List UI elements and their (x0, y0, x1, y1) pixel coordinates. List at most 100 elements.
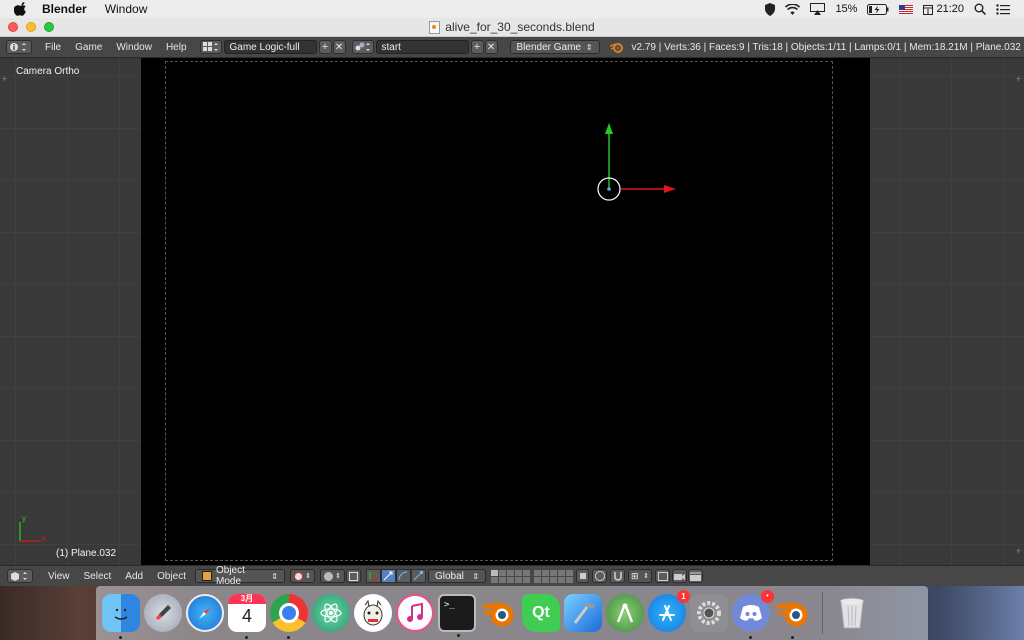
view-name-label: Camera Ortho (16, 66, 80, 77)
manipulate-center-points-button[interactable] (346, 569, 361, 583)
dock-app-store[interactable]: 1 (648, 590, 690, 632)
screen-layout-selector[interactable] (199, 40, 222, 54)
3d-viewport[interactable]: Camera Ortho + + + y x (1) Plane.032 (0, 58, 1024, 565)
translate-arrow-icon (383, 571, 393, 581)
running-indicator (457, 634, 460, 637)
menu-object[interactable]: Object (157, 571, 186, 582)
add-scene-button[interactable]: + (470, 40, 484, 54)
view-axis-indicator (19, 522, 41, 542)
opengl-render-button[interactable] (672, 569, 687, 583)
scale-icon (413, 571, 423, 581)
axis-y-label: y (22, 514, 26, 523)
window-title-bar: alive_for_30_seconds.blend (0, 18, 1024, 37)
scene-name-field[interactable]: start (375, 40, 469, 54)
screen-layout-name-field[interactable]: Game Logic-full (223, 40, 317, 54)
scene-selector[interactable] (351, 40, 374, 54)
dock-launchpad[interactable] (144, 594, 182, 632)
screen-layout-icon (202, 42, 218, 51)
dock-safari[interactable] (186, 594, 224, 632)
discord-controller-icon (740, 605, 762, 621)
menu-help[interactable]: Help (166, 42, 187, 53)
notification-center-icon[interactable] (996, 3, 1010, 15)
snap-element-dropdown[interactable]: ⊞ ⇕ (628, 569, 652, 583)
apple-icon[interactable] (14, 2, 28, 16)
dropdown-arrows-icon: ⇕ (305, 573, 311, 580)
menu-game[interactable]: Game (75, 42, 102, 53)
lock-camera-and-layers-button[interactable] (576, 569, 589, 583)
snap-toggle-button[interactable] (610, 569, 625, 583)
dock-chrome[interactable] (270, 594, 308, 639)
scene-layers-left-block[interactable] (491, 569, 530, 583)
dock-discord[interactable]: • (732, 590, 774, 639)
editor-type-info-button[interactable] (6, 40, 32, 54)
app-menu-blender[interactable]: Blender (42, 2, 87, 16)
center-points-icon (349, 571, 358, 581)
clock[interactable]: 21:20 (936, 3, 964, 15)
dock-system-preferences[interactable] (690, 594, 728, 632)
dock-xcode[interactable] (564, 594, 602, 632)
render-engine-dropdown[interactable]: Blender Game ⇕ (509, 40, 600, 54)
y-axis-arrow-head[interactable] (605, 123, 613, 134)
dock-trash[interactable] (833, 594, 871, 632)
region-toggle-right-icon[interactable]: + (1016, 74, 1021, 84)
display-mode-icon (657, 571, 668, 581)
dock-finder[interactable] (102, 594, 140, 639)
dock-blender-running[interactable] (774, 594, 812, 639)
vpn-shield-icon[interactable] (765, 2, 776, 16)
compass-caliper-icon (616, 603, 634, 623)
zoom-window-button[interactable] (44, 22, 54, 32)
region-toggle-bottom-right-icon[interactable]: + (1016, 546, 1021, 556)
transform-orientation-dropdown[interactable]: Global ⇕ (428, 569, 486, 583)
spotlight-search-icon[interactable] (974, 3, 986, 15)
menu-view[interactable]: View (48, 571, 70, 582)
dock-android-studio[interactable] (606, 594, 644, 632)
dock-qt-creator[interactable]: Qt (522, 594, 560, 632)
minimize-window-button[interactable] (26, 22, 36, 32)
finder-face-icon (114, 608, 128, 620)
transform-orientation-label: Global (435, 570, 464, 582)
interaction-mode-label: Object Mode (216, 565, 245, 587)
pivot-point-dropdown[interactable]: ⇕ (320, 569, 345, 583)
add-screen-layout-button[interactable]: + (318, 40, 332, 54)
menu-select[interactable]: Select (84, 571, 112, 582)
alpaca-icon (363, 599, 383, 626)
display-mode-button[interactable] (655, 569, 670, 583)
dock-itunes[interactable] (396, 594, 434, 632)
opengl-render-animation-button[interactable] (688, 569, 703, 583)
info-header: File Game Window Help Game Logic-full + … (0, 37, 1024, 58)
scene-icon (355, 42, 370, 51)
battery-charging-icon[interactable] (867, 3, 889, 15)
delete-scene-button[interactable]: ✕ (484, 40, 498, 54)
scale-manipulator-button[interactable] (411, 569, 426, 583)
dock-atom[interactable] (312, 594, 350, 632)
viewport-shading-dropdown[interactable]: ⇕ (290, 569, 315, 583)
calendar-month: 3月 (228, 594, 266, 604)
dock-blender[interactable] (480, 594, 518, 632)
interaction-mode-dropdown[interactable]: Object Mode ⇕ (195, 565, 285, 587)
menu-window[interactable]: Window (105, 2, 148, 16)
close-window-button[interactable] (8, 22, 18, 32)
delete-screen-layout-button[interactable]: ✕ (332, 40, 346, 54)
manipulator-visibility-button[interactable] (366, 569, 381, 583)
film-clapper-icon (690, 571, 701, 581)
region-toggle-left-icon[interactable]: + (2, 74, 7, 84)
camera-render-icon (674, 573, 685, 580)
editor-type-3d-view-button[interactable] (7, 569, 33, 583)
us-flag-icon[interactable] (899, 4, 914, 14)
menu-window[interactable]: Window (116, 42, 152, 53)
menu-add[interactable]: Add (125, 571, 143, 582)
translate-manipulator-button[interactable] (381, 569, 396, 583)
menu-file[interactable]: File (45, 42, 61, 53)
x-axis-arrow-head[interactable] (664, 185, 676, 193)
dock-terminal[interactable]: >_ (438, 594, 476, 637)
dock-calendar[interactable]: 3月 4 (228, 594, 266, 639)
dock-alpaca-app[interactable] (354, 594, 392, 632)
qt-logo-icon: Qt (532, 604, 550, 621)
scene-layers-right-block[interactable] (534, 569, 573, 583)
transform-manipulator[interactable] (590, 118, 690, 208)
rotate-manipulator-button[interactable] (396, 569, 411, 583)
airplay-icon[interactable] (810, 3, 826, 15)
notification-badge: 1 (677, 590, 690, 603)
wifi-icon[interactable] (785, 3, 801, 15)
proportional-editing-button[interactable] (592, 569, 607, 583)
